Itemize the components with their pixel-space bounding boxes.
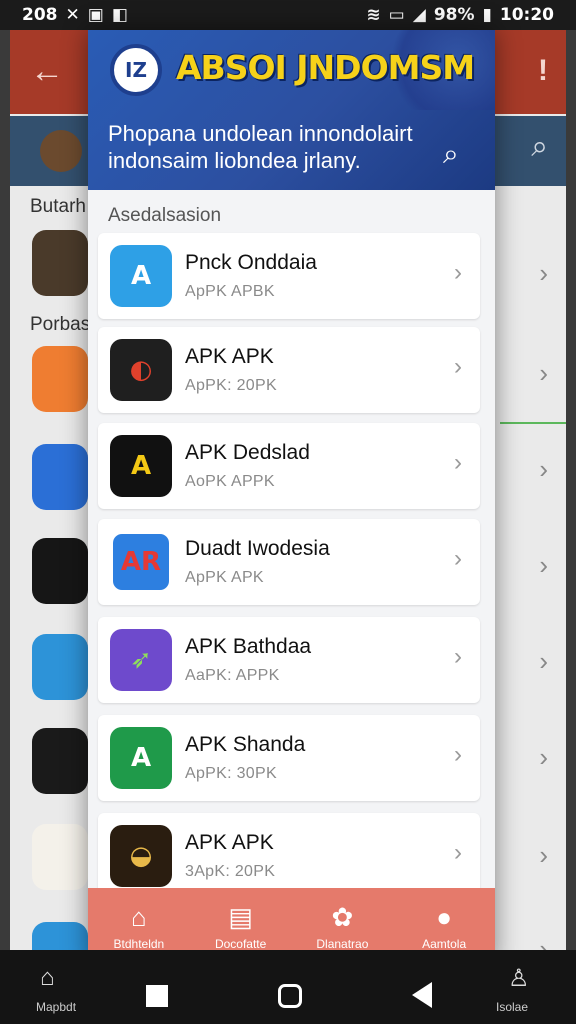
background-app-icon[interactable] [32, 230, 88, 296]
alert-icon[interactable]: ! [538, 54, 548, 88]
chevron-right-icon: › [539, 840, 548, 870]
chevron-right-icon: › [539, 258, 548, 288]
green-a-logo-icon: A [110, 727, 172, 789]
app-subtitle: AaPK: APPK [185, 667, 280, 684]
tab-label: Aamtola [422, 937, 467, 951]
flower-icon: ✿ [331, 902, 354, 932]
background-app-icon[interactable] [32, 538, 88, 604]
app-name: APK Bathdaa [185, 635, 312, 658]
list-item[interactable]: ◐ APK APK ApPK: 20PK › [98, 327, 480, 413]
battery-text: 98% [433, 5, 475, 25]
chevron-right-icon: › [539, 742, 548, 772]
chevron-right-icon: › [454, 353, 462, 380]
status-bar: 208 ✕ ▣ ◧ ≋ ▭ ◢ 98% ▮ 10:20 [0, 0, 576, 30]
home-button[interactable] [278, 984, 302, 1008]
home-icon[interactable]: ⌂ [40, 964, 55, 992]
app-name: APK Shanda [185, 733, 306, 756]
system-nav-bar: ⌂ Mapbdt ♙ Isolae [0, 950, 576, 1024]
background-label-2: Porbast [30, 314, 96, 335]
background-label-1: Butarh [30, 196, 86, 217]
chevron-right-icon: › [539, 550, 548, 580]
tab-label: Btdhteldn [113, 937, 165, 951]
tab-label: Docofatte [214, 937, 267, 951]
list-item[interactable]: A APK Shanda ApPK: 30PK › [98, 715, 480, 801]
app-subtitle: AoPK APPK [185, 473, 275, 490]
wifi-icon: ≋ [366, 5, 381, 25]
list-item[interactable]: A Pnck Onddaia ApPK APBK › [98, 233, 480, 319]
brand-title: ABSOI JNDOMSM [176, 48, 475, 87]
target-logo-icon: ◐ [110, 339, 172, 401]
a-logo-blue-icon: A [110, 245, 172, 307]
app-subtitle: ApPK APBK [185, 283, 275, 300]
chevron-right-icon: › [539, 454, 548, 484]
app-subtitle: ApPK: 30PK [185, 765, 277, 782]
chevron-right-icon: › [454, 545, 462, 572]
background-search-icon[interactable]: ⌕ [531, 130, 548, 164]
chevron-right-icon: › [454, 449, 462, 476]
clock: 10:20 [499, 5, 554, 25]
section-title: Asedalsasion [108, 205, 222, 226]
documents-icon: ▤ [228, 902, 253, 932]
hero-description: Phopana undolean innondolairt indonsaim … [108, 121, 413, 173]
app-notification-icon: ▣ [87, 5, 104, 25]
app-subtitle: 3ApK: 20PK [185, 863, 276, 880]
back-button[interactable] [412, 982, 432, 1008]
background-avatar [40, 130, 82, 172]
arrow-logo-icon: ➶ [110, 629, 172, 691]
cast-icon: ▭ [388, 5, 405, 25]
back-arrow-icon[interactable]: ← [30, 52, 64, 91]
nav-left-label: Mapbdt [36, 1000, 77, 1014]
app-name: Duadt Iwodesia [185, 537, 330, 560]
ar-logo-icon: AR [110, 531, 172, 593]
app-list-modal: IZ ABSOI JNDOMSM Phopana undolean innond… [88, 30, 495, 966]
signal-icon: ◢ [412, 5, 426, 25]
background-app-icon[interactable] [32, 728, 88, 794]
brand-logo: IZ [110, 44, 162, 96]
bowl-logo-icon: ◒ [110, 825, 172, 887]
nav-right-label: Isolae [496, 1000, 529, 1014]
list-item[interactable]: ➶ APK Bathdaa AaPK: APPK › [98, 617, 480, 703]
tab-label: Dlanatrao [316, 937, 369, 951]
background-app-icon[interactable] [32, 634, 88, 700]
search-icon[interactable]: ⌕ [443, 138, 459, 171]
a-logo-yellow-icon: A [110, 435, 172, 497]
recents-button[interactable] [146, 985, 168, 1007]
chevron-right-icon: › [454, 643, 462, 670]
hero-banner: IZ ABSOI JNDOMSM Phopana undolean innond… [88, 30, 495, 190]
background-app-icon[interactable] [32, 444, 88, 510]
profile-icon[interactable]: ♙ [508, 964, 530, 993]
app-subtitle: ApPK APK [185, 569, 264, 586]
chevron-right-icon: › [539, 646, 548, 676]
home-icon: ⌂ [131, 902, 147, 932]
notification-icon: ✕ [65, 5, 80, 25]
chevron-right-icon: › [454, 741, 462, 768]
app-name: APK APK [185, 831, 274, 854]
account-icon: ● [436, 902, 452, 932]
app-name: APK APK [185, 345, 274, 368]
app-name: Pnck Onddaia [185, 251, 317, 274]
list-item[interactable]: ◒ APK APK 3ApK: 20PK › [98, 813, 480, 899]
battery-icon: ▮ [482, 5, 492, 25]
status-left-text: 208 [22, 5, 58, 25]
divider [500, 422, 566, 424]
sim-icon: ◧ [111, 5, 128, 25]
background-app-icon[interactable] [32, 824, 88, 890]
list-item[interactable]: A APK Dedslad AoPK APPK › [98, 423, 480, 509]
app-subtitle: ApPK: 20PK [185, 377, 277, 394]
chevron-right-icon: › [539, 358, 548, 388]
background-app-icon[interactable] [32, 346, 88, 412]
chevron-right-icon: › [454, 259, 462, 286]
list-item[interactable]: AR Duadt Iwodesia ApPK APK › [98, 519, 480, 605]
app-name: APK Dedslad [185, 441, 310, 464]
chevron-right-icon: › [454, 839, 462, 866]
